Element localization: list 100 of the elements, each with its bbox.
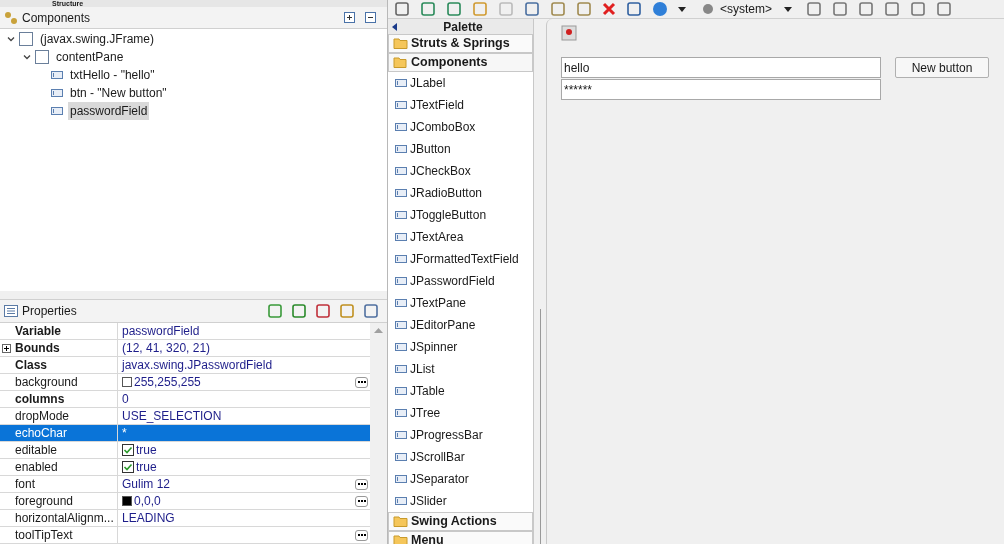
palette-item[interactable]: JButton bbox=[388, 138, 533, 160]
property-name: toolTipText bbox=[15, 527, 73, 544]
window-icon bbox=[34, 49, 50, 65]
folder-icon bbox=[393, 534, 408, 544]
component-icon bbox=[394, 142, 408, 156]
look-and-feel-dropdown[interactable]: <system> bbox=[696, 0, 796, 18]
property-value: javax.swing.JPasswordField bbox=[122, 357, 273, 374]
property-name: dropMode bbox=[15, 408, 70, 425]
properties-tool-icon[interactable] bbox=[363, 303, 379, 319]
tree-item[interactable]: (javax.swing.JFrame) bbox=[38, 30, 157, 48]
component-icon bbox=[394, 340, 408, 354]
property-value: true bbox=[136, 442, 157, 459]
color-swatch bbox=[122, 377, 132, 387]
dropdown-arrow-icon[interactable] bbox=[678, 6, 686, 12]
component-icon bbox=[394, 98, 408, 112]
palette-item[interactable]: JComboBox bbox=[388, 116, 533, 138]
ellipsis-button[interactable] bbox=[355, 478, 368, 490]
component-icon bbox=[394, 428, 408, 442]
tree-item[interactable]: contentPane bbox=[54, 48, 126, 66]
property-row[interactable]: foreground 0,0,0 bbox=[0, 493, 370, 510]
palette-category[interactable]: Struts & Springs bbox=[388, 34, 533, 53]
palette-category[interactable]: Components bbox=[388, 53, 533, 72]
property-value: passwordField bbox=[122, 323, 200, 340]
property-row[interactable]: toolTipText bbox=[0, 527, 370, 544]
palette-item[interactable]: JTable bbox=[388, 380, 533, 402]
component-icon bbox=[394, 120, 408, 134]
component-icon bbox=[394, 208, 408, 222]
expand-icon[interactable] bbox=[2, 343, 11, 353]
property-name: enabled bbox=[15, 459, 58, 476]
ellipsis-button[interactable] bbox=[355, 376, 368, 388]
text-field[interactable]: hello bbox=[561, 57, 881, 78]
tree-item[interactable]: btn - "New button" bbox=[68, 84, 169, 102]
palette-category[interactable]: Menu bbox=[388, 531, 533, 544]
dropdown-arrow-icon bbox=[784, 6, 792, 12]
palette-item[interactable]: JFormattedTextField bbox=[388, 248, 533, 270]
color-swatch bbox=[122, 496, 132, 506]
property-name: editable bbox=[15, 442, 58, 459]
tree-item[interactable]: txtHello - "hello" bbox=[68, 66, 157, 84]
component-icon bbox=[394, 230, 408, 244]
property-row[interactable]: background 255,255,255 bbox=[0, 374, 370, 391]
property-row[interactable]: columns 0 bbox=[0, 391, 370, 408]
ellipsis-button[interactable] bbox=[355, 495, 368, 507]
scroll-up-arrow-icon[interactable] bbox=[374, 327, 383, 333]
properties-tool-icon[interactable] bbox=[291, 303, 307, 319]
palette-item[interactable]: JSeparator bbox=[388, 468, 533, 490]
property-row[interactable]: font Gulim 12 bbox=[0, 476, 370, 493]
palette-item[interactable]: JLabel bbox=[388, 72, 533, 94]
delete-icon[interactable] bbox=[602, 2, 616, 16]
component-icon bbox=[394, 274, 408, 288]
component-icon bbox=[394, 318, 408, 332]
property-value: (12, 41, 320, 21) bbox=[122, 340, 211, 357]
property-row[interactable]: horizontalAlignm... LEADING bbox=[0, 510, 370, 527]
toolbar-icon[interactable] bbox=[420, 1, 436, 17]
palette-item[interactable]: JEditorPane bbox=[388, 314, 533, 336]
new-button[interactable]: New button bbox=[895, 57, 989, 78]
property-row[interactable]: Variable passwordField bbox=[0, 323, 370, 340]
ellipsis-button[interactable] bbox=[355, 529, 368, 541]
properties-tool-icon[interactable] bbox=[315, 303, 331, 319]
property-value: 0 bbox=[122, 391, 129, 408]
palette-item[interactable]: JTextArea bbox=[388, 226, 533, 248]
palette-item[interactable]: JTree bbox=[388, 402, 533, 424]
property-row[interactable]: Class javax.swing.JPasswordField bbox=[0, 357, 370, 374]
palette-item[interactable]: JRadioButton bbox=[388, 182, 533, 204]
property-row[interactable]: editable true bbox=[0, 442, 370, 459]
palette-category[interactable]: Swing Actions bbox=[388, 512, 533, 531]
component-icon bbox=[50, 86, 64, 100]
palette-item[interactable]: JTextPane bbox=[388, 292, 533, 314]
collapse-all-icon[interactable] bbox=[364, 11, 377, 24]
palette-item[interactable]: JTextField bbox=[388, 94, 533, 116]
component-icon bbox=[394, 186, 408, 200]
properties-tool-icon[interactable] bbox=[267, 303, 283, 319]
component-icon bbox=[394, 164, 408, 178]
palette-item[interactable]: JList bbox=[388, 358, 533, 380]
palette-item[interactable]: JSpinner bbox=[388, 336, 533, 358]
palette-item[interactable]: JProgressBar bbox=[388, 424, 533, 446]
folder-icon bbox=[393, 515, 408, 528]
palette-item[interactable]: JSlider bbox=[388, 490, 533, 512]
collapse-arrow-icon[interactable] bbox=[392, 22, 397, 31]
password-field[interactable]: ****** bbox=[561, 79, 881, 100]
toolbar-icon[interactable] bbox=[394, 1, 410, 17]
tree-item[interactable]: passwordField bbox=[68, 102, 150, 120]
properties-tool-icon[interactable] bbox=[339, 303, 355, 319]
property-row[interactable]: echoChar * bbox=[0, 425, 370, 442]
palette-item[interactable]: JScrollBar bbox=[388, 446, 533, 468]
property-name: font bbox=[15, 476, 35, 493]
palette-item[interactable]: JToggleButton bbox=[388, 204, 533, 226]
toolbar-icon[interactable] bbox=[626, 1, 642, 17]
property-row[interactable]: enabled true bbox=[0, 459, 370, 476]
property-value: USE_SELECTION bbox=[122, 408, 222, 425]
toolbar-icon[interactable] bbox=[446, 1, 462, 17]
palette-item[interactable]: JPasswordField bbox=[388, 270, 533, 292]
frame-icon bbox=[561, 25, 577, 41]
property-row[interactable]: Bounds (12, 41, 320, 21) bbox=[0, 340, 370, 357]
checkbox[interactable] bbox=[122, 461, 134, 473]
component-icon bbox=[394, 406, 408, 420]
property-value: * bbox=[122, 425, 127, 442]
checkbox[interactable] bbox=[122, 444, 134, 456]
palette-item[interactable]: JCheckBox bbox=[388, 160, 533, 182]
expand-all-icon[interactable] bbox=[343, 11, 356, 24]
panel-title: Properties bbox=[22, 303, 77, 320]
